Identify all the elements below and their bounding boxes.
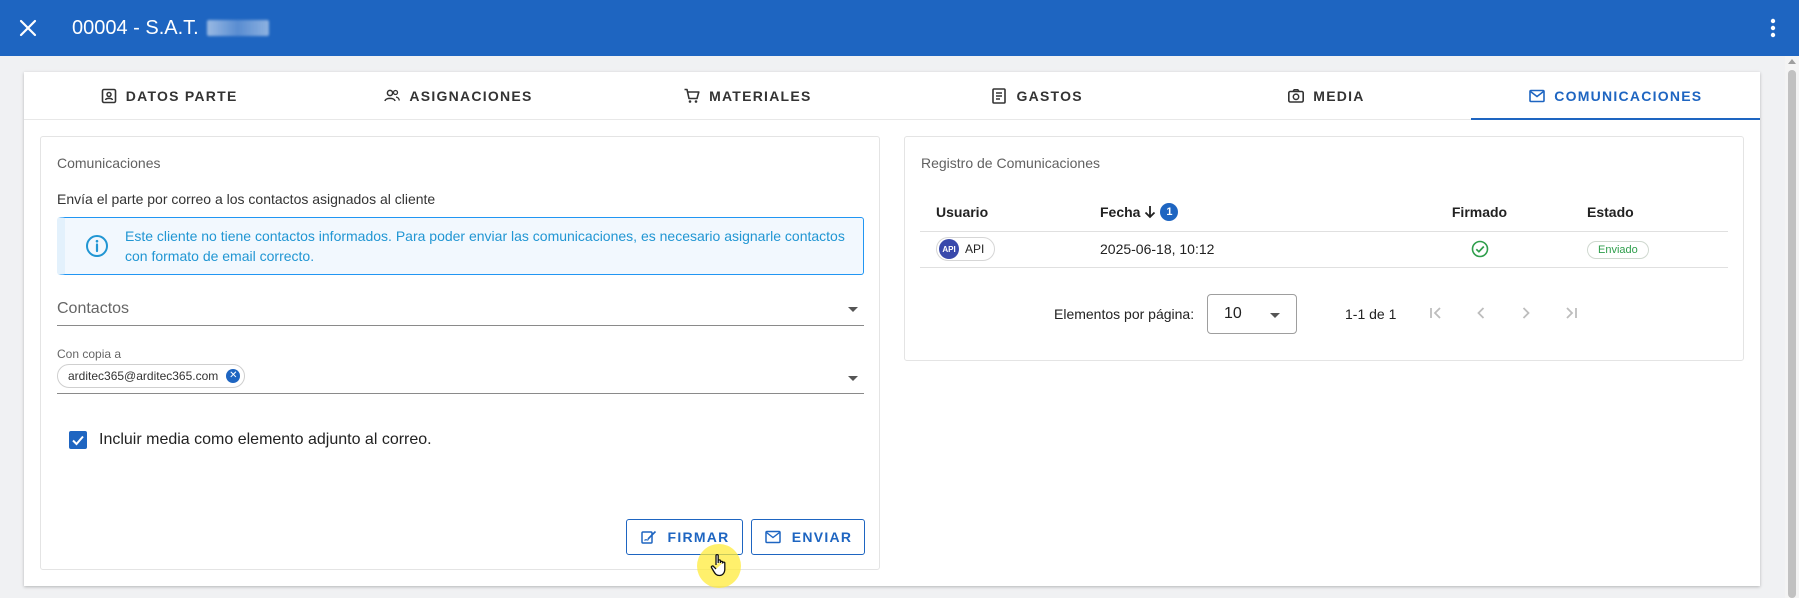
sort-order-badge: 1 (1160, 202, 1179, 221)
tab-media[interactable]: MEDIA (1181, 72, 1470, 119)
scroll-up-icon[interactable] (1788, 59, 1796, 64)
fecha-sort[interactable]: Fecha 1 (1100, 202, 1179, 221)
cell-fecha: 2025-06-18, 10:12 (1100, 231, 1402, 268)
dropdown-arrow-icon[interactable] (848, 376, 858, 381)
contactos-label: Contactos (57, 300, 130, 317)
column-fecha-label: Fecha (1100, 203, 1141, 220)
page-title: 00004 - S.A.T. (72, 17, 269, 40)
column-fecha[interactable]: Fecha 1 (1100, 193, 1402, 232)
firmar-label: FIRMAR (667, 529, 730, 545)
con-copia-label: Con copia a (57, 347, 122, 361)
check-circle-icon (1471, 240, 1488, 258)
send-mail-icon (765, 530, 781, 544)
chevron-right-icon (1522, 307, 1530, 319)
registro-panel: Registro de Comunicaciones Usuario Fecha… (904, 136, 1744, 361)
check-icon (72, 435, 84, 446)
panel-title: Registro de Comunicaciones (921, 155, 1100, 171)
con-copia-select[interactable]: Con copia a arditec365@arditec365.com ✕ (57, 347, 864, 394)
user-name: API (965, 242, 985, 256)
tab-bar: DATOS PARTE ASIGNACIONES MATERIALES GAST… (24, 72, 1761, 120)
tab-datos-parte[interactable]: DATOS PARTE (24, 72, 313, 119)
tab-label: MEDIA (1313, 87, 1365, 104)
tab-label: DATOS PARTE (125, 87, 238, 104)
comunicaciones-panel: Comunicaciones Envía el parte por correo… (40, 136, 880, 570)
more-vert-icon (1770, 18, 1776, 38)
page-range: 1-1 de 1 (1345, 306, 1397, 322)
panel-title: Comunicaciones (57, 155, 161, 171)
per-page-label: Elementos por página: (1054, 306, 1195, 322)
per-page-select[interactable]: 10 (1207, 294, 1297, 334)
detail-card: DATOS PARTE ASIGNACIONES MATERIALES GAST… (24, 72, 1761, 586)
email-chip-text: arditec365@arditec365.com (68, 369, 219, 383)
info-alert: Este cliente no tiene contactos informad… (57, 217, 864, 275)
column-firmado[interactable]: Firmado (1402, 193, 1557, 232)
vertical-scrollbar[interactable] (1785, 56, 1799, 598)
alert-text: Este cliente no tiene contactos informad… (125, 228, 845, 264)
cart-icon (684, 88, 700, 103)
camera-icon (1288, 88, 1305, 103)
tab-gastos[interactable]: GASTOS (892, 72, 1181, 119)
last-page-icon (1566, 307, 1577, 319)
close-icon (19, 19, 37, 37)
scrollbar-thumb[interactable] (1788, 70, 1796, 598)
table-row[interactable]: API API 2025-06-18, 10:12 Enviado (920, 231, 1728, 268)
arrow-down-icon (1145, 205, 1156, 219)
cell-firmado (1402, 231, 1557, 268)
cell-usuario: API API (920, 231, 1100, 268)
people-icon (384, 89, 401, 101)
user-chip: API API (936, 237, 996, 261)
previous-page-button[interactable] (1469, 301, 1493, 325)
next-page-button[interactable] (1514, 301, 1538, 325)
cell-estado: Enviado (1557, 231, 1728, 268)
paginator: Elementos por página: 10 1-1 de 1 (905, 293, 1745, 334)
mouse-pointer-highlight (697, 544, 741, 588)
registro-table: Usuario Fecha 1 Firmado Estado API API 2… (920, 193, 1728, 268)
include-media-option: Incluir media como elemento adjunto al c… (69, 431, 432, 449)
panel-description: Envía el parte por correo a los contacto… (57, 191, 436, 207)
app-bar: 00004 - S.A.T. (0, 0, 1799, 56)
tab-label: MATERIALES (709, 87, 812, 104)
dropdown-arrow-icon[interactable] (848, 307, 858, 312)
hand-pointer-icon (710, 553, 726, 577)
include-media-label: Incluir media como elemento adjunto al c… (99, 431, 432, 448)
contactos-select[interactable]: Contactos (57, 292, 864, 326)
page-title-text: 00004 - S.A.T. (72, 16, 199, 39)
mail-icon (1529, 89, 1546, 102)
tab-label: ASIGNACIONES (409, 87, 533, 104)
chevron-left-icon (1477, 307, 1485, 319)
email-chip: arditec365@arditec365.com ✕ (57, 364, 246, 388)
tab-comunicaciones[interactable]: COMUNICACIONES (1470, 72, 1761, 120)
first-page-icon (1430, 307, 1441, 319)
contact-card-icon (101, 88, 117, 103)
last-page-button[interactable] (1559, 301, 1583, 325)
tab-label: GASTOS (1016, 87, 1083, 104)
tab-label: COMUNICACIONES (1554, 87, 1703, 104)
enviar-button[interactable]: ENVIAR (751, 519, 865, 555)
redacted-client-name (206, 20, 269, 36)
page-content: DATOS PARTE ASIGNACIONES MATERIALES GAST… (0, 56, 1785, 598)
include-media-checkbox[interactable] (69, 431, 87, 449)
table-header-row: Usuario Fecha 1 Firmado Estado (920, 193, 1728, 232)
more-menu-button[interactable] (1757, 12, 1789, 44)
info-icon (86, 235, 108, 257)
close-button[interactable] (0, 0, 56, 56)
tab-materiales[interactable]: MATERIALES (603, 72, 892, 119)
per-page-value: 10 (1224, 305, 1242, 322)
column-usuario[interactable]: Usuario (920, 193, 1100, 232)
remove-chip-icon[interactable]: ✕ (226, 369, 241, 383)
receipt-icon (992, 87, 1007, 104)
tab-asignaciones[interactable]: ASIGNACIONES (313, 72, 602, 119)
dropdown-arrow-icon (1270, 313, 1280, 318)
sign-icon (640, 530, 656, 544)
avatar: API (939, 239, 959, 259)
column-estado[interactable]: Estado (1557, 193, 1728, 232)
first-page-button[interactable] (1424, 301, 1448, 325)
enviar-label: ENVIAR (791, 529, 853, 545)
status-badge: Enviado (1587, 240, 1649, 259)
